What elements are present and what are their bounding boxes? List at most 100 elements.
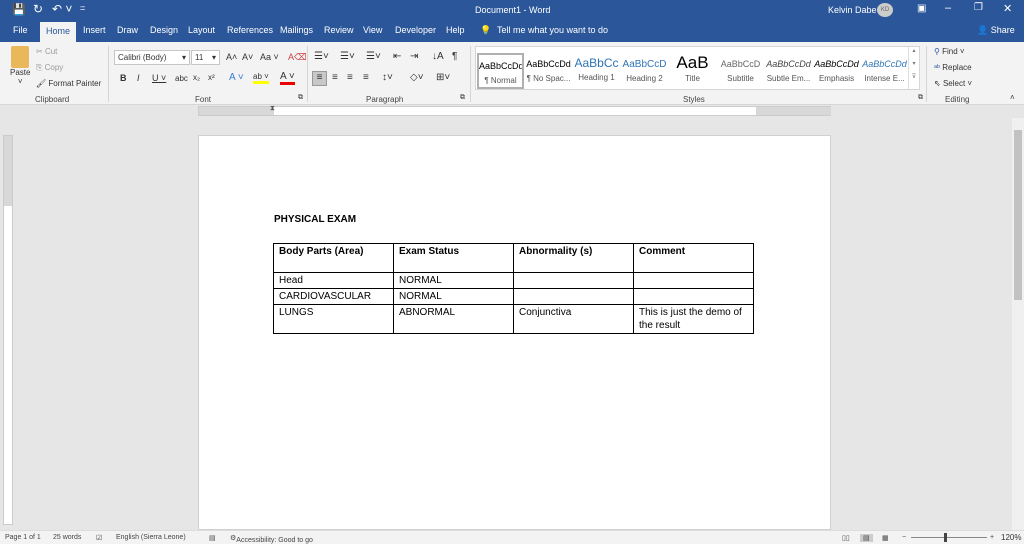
zoom-in-icon[interactable]: + [990, 534, 994, 541]
style-subtle-emphasis[interactable]: AaBbCcDd Subtle Em... [765, 53, 812, 89]
header-cell[interactable]: Body Parts (Area) [273, 243, 394, 273]
tab-design[interactable]: Design [150, 25, 178, 35]
zoom-level[interactable]: 120% [1001, 533, 1021, 542]
shrink-font-icon[interactable]: A˅ [242, 52, 253, 62]
font-color-icon[interactable]: A ˅ [280, 71, 295, 85]
font-dialog-launcher-icon[interactable]: ⧉ [298, 94, 303, 102]
replace-button[interactable]: ᵃᵇ Replace [934, 63, 972, 72]
highlight-icon[interactable]: ab ˅ [253, 72, 269, 84]
numbering-icon[interactable]: ☰˅ [340, 51, 355, 62]
save-icon[interactable]: 💾 [12, 3, 26, 16]
copy-button[interactable]: ⎘ Copy [36, 63, 63, 73]
italic-icon[interactable]: I [137, 73, 140, 83]
clear-formatting-icon[interactable]: A⌫ [288, 52, 307, 63]
zoom-slider[interactable] [911, 537, 987, 538]
tab-insert[interactable]: Insert [83, 25, 106, 35]
align-center-icon[interactable]: ≡ [332, 72, 338, 83]
document-heading[interactable]: PHYSICAL EXAM [274, 214, 356, 225]
tab-review[interactable]: Review [324, 25, 354, 35]
paragraph-dialog-launcher-icon[interactable]: ⧉ [460, 94, 465, 102]
collapse-ribbon-icon[interactable]: ˄ [1010, 93, 1015, 102]
borders-icon[interactable]: ⊞˅ [436, 72, 450, 83]
text-effects-icon[interactable]: A ˅ [229, 72, 244, 83]
zoom-slider-thumb[interactable] [944, 533, 947, 542]
style-intense-emphasis[interactable]: AaBbCcDd Intense E... [861, 53, 908, 89]
table-cell[interactable]: ABNORMAL [393, 304, 514, 334]
styles-dialog-launcher-icon[interactable]: ⧉ [918, 94, 923, 102]
style-emphasis[interactable]: AaBbCcDd Emphasis [813, 53, 860, 89]
language[interactable]: English (Sierra Leone) [116, 534, 186, 541]
table-cell[interactable]: Head [273, 272, 394, 289]
shading-icon[interactable]: ◇˅ [410, 72, 424, 83]
indent-marker-icon[interactable]: ⧗ [270, 105, 275, 113]
proofing-icon[interactable]: ☑ [96, 534, 102, 542]
tab-references[interactable]: References [227, 25, 273, 35]
table-cell[interactable]: This is just the demo of the result [633, 304, 754, 334]
customize-toolbar-icon[interactable]: = [80, 3, 85, 13]
format-painter-button[interactable]: 🖌 Format Painter [36, 79, 101, 88]
table-cell[interactable]: NORMAL [393, 272, 514, 289]
decrease-indent-icon[interactable]: ⇤ [393, 51, 401, 62]
table-cell[interactable]: CARDIOVASCULAR [273, 288, 394, 305]
print-layout-icon[interactable]: ▤ [860, 534, 873, 542]
table-cell[interactable]: Conjunctiva [513, 304, 634, 334]
subscript-icon[interactable]: x₂ [193, 73, 200, 82]
web-layout-icon[interactable]: ▦ [882, 534, 889, 542]
styles-scroll[interactable]: ▴ ▾ ⊽ [908, 47, 919, 89]
page-count[interactable]: Page 1 of 1 [5, 534, 41, 541]
table-cell[interactable] [513, 288, 634, 305]
tab-draw[interactable]: Draw [117, 25, 138, 35]
tab-file[interactable]: File [13, 25, 28, 35]
tell-me-search[interactable]: Tell me what you want to do [497, 25, 608, 35]
bold-icon[interactable]: B [120, 73, 127, 83]
increase-indent-icon[interactable]: ⇥ [410, 51, 418, 62]
tab-home[interactable]: Home [40, 22, 77, 42]
minimize-icon[interactable]: – [945, 2, 951, 14]
table-cell[interactable]: LUNGS [273, 304, 394, 334]
font-size-select[interactable]: 11 ▾ [191, 50, 220, 65]
align-left-icon[interactable]: ≡ [312, 71, 327, 86]
ribbon-display-icon[interactable]: ▣ [917, 3, 926, 14]
select-button[interactable]: ⇖ Select ˅ [934, 79, 972, 88]
font-name-select[interactable]: Calibri (Body) ▾ [114, 50, 190, 65]
tab-view[interactable]: View [363, 25, 382, 35]
change-case-icon[interactable]: Aa ˅ [260, 52, 279, 62]
underline-icon[interactable]: U ˅ [152, 73, 166, 83]
autosave-icon[interactable]: ↻ [33, 2, 43, 16]
restore-icon[interactable]: ❐ [974, 2, 983, 13]
table-cell[interactable]: NORMAL [393, 288, 514, 305]
read-mode-icon[interactable]: ▯▯ [842, 534, 850, 542]
style-normal[interactable]: AaBbCcDd ¶ Normal [477, 53, 524, 89]
avatar[interactable]: KD [877, 3, 893, 17]
align-right-icon[interactable]: ≡ [347, 72, 353, 83]
justify-icon[interactable]: ≡ [363, 72, 369, 83]
tab-mailings[interactable]: Mailings [280, 25, 313, 35]
close-icon[interactable]: ✕ [1003, 2, 1012, 15]
tab-developer[interactable]: Developer [395, 25, 436, 35]
style-heading-2[interactable]: AaBbCcD Heading 2 [621, 53, 668, 89]
sort-icon[interactable]: ↓A [432, 51, 444, 62]
grow-font-icon[interactable]: A˄ [226, 52, 237, 62]
paste-button[interactable]: Paste ˅ [10, 46, 30, 86]
strikethrough-icon[interactable]: abc [175, 74, 188, 83]
table-cell[interactable] [513, 272, 634, 289]
tab-help[interactable]: Help [446, 25, 465, 35]
macro-icon[interactable]: ▤ [209, 534, 216, 542]
find-button[interactable]: ⚲ Find ˅ [934, 47, 965, 56]
superscript-icon[interactable]: x² [208, 73, 215, 82]
table-cell[interactable] [633, 288, 754, 305]
physical-exam-table[interactable]: Body Parts (Area) Exam Status Abnormalit… [273, 243, 754, 334]
cut-button[interactable]: ✂ Cut [36, 47, 57, 56]
tab-layout[interactable]: Layout [188, 25, 215, 35]
horizontal-ruler[interactable]: ⧗ [198, 105, 831, 116]
share-button[interactable]: 👤 Share [977, 25, 1015, 36]
style-title[interactable]: AaB Title [669, 53, 716, 89]
zoom-out-icon[interactable]: − [902, 534, 906, 541]
user-name[interactable]: Kelvin Dabe [828, 5, 877, 15]
table-cell[interactable] [633, 272, 754, 289]
accessibility-status[interactable]: ⚙ Accessibility: Good to go [230, 534, 313, 544]
line-spacing-icon[interactable]: ↕˅ [382, 72, 393, 83]
word-count[interactable]: 25 words [53, 534, 81, 541]
vertical-ruler[interactable] [3, 135, 13, 525]
undo-icon[interactable]: ↶ ˅ [52, 2, 72, 16]
